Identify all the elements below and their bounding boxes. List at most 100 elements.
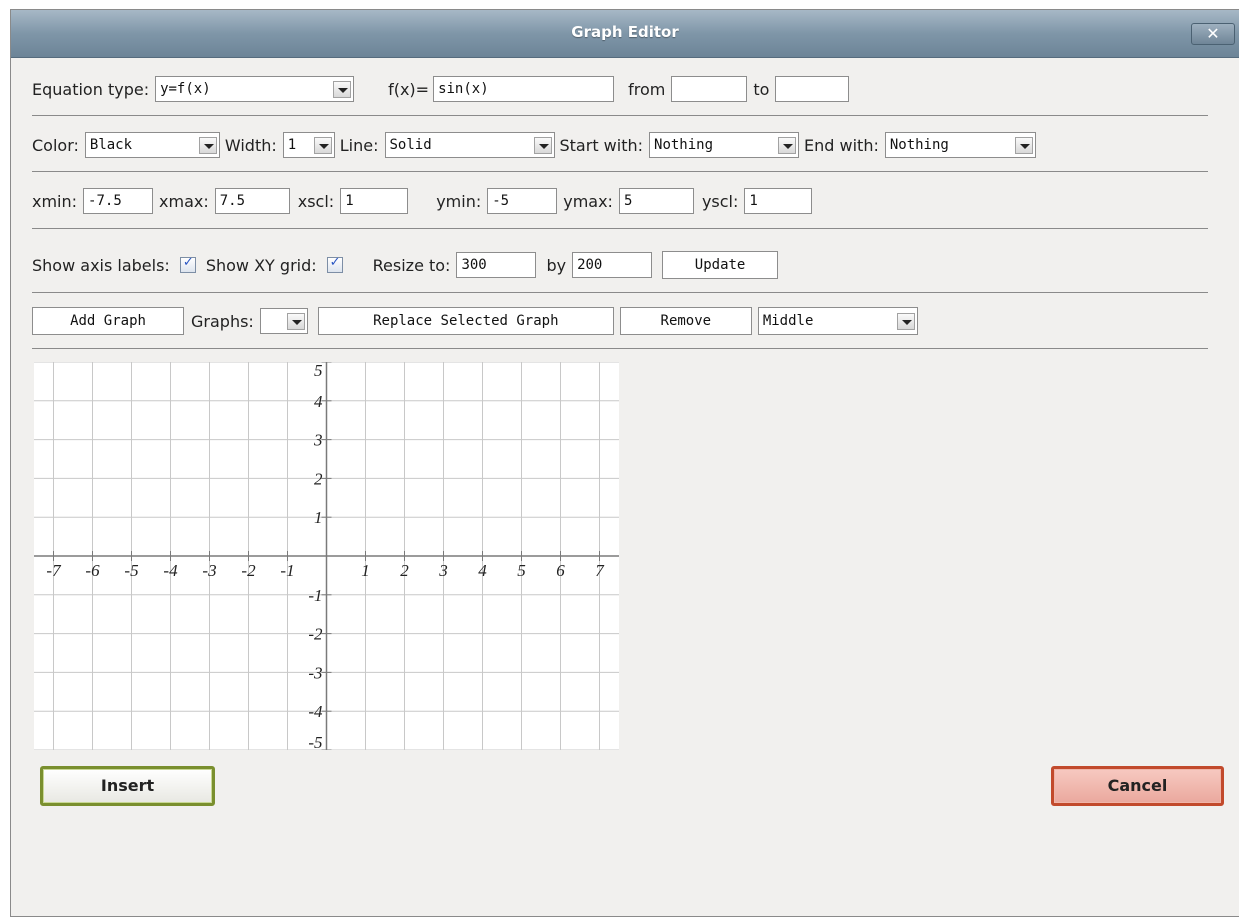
equation-type-label: Equation type:	[32, 79, 150, 99]
divider	[32, 348, 1208, 349]
width-label: Width:	[224, 135, 277, 155]
xmax-input[interactable]: 7.5	[214, 188, 290, 214]
by-label: by	[546, 255, 567, 275]
fx-label: f(x)=	[388, 79, 430, 99]
from-label: from	[628, 79, 666, 99]
replace-selected-graph-button[interactable]: Replace Selected Graph	[317, 307, 614, 335]
end-with-value: Nothing	[889, 137, 949, 153]
style-row: Color: Black Width: 1 Line: Solid Start …	[32, 130, 1036, 160]
chevron-down-icon	[286, 312, 305, 330]
xmin-input[interactable]: -7.5	[83, 188, 154, 214]
color-select[interactable]: Black	[84, 132, 220, 158]
x-tick-label: 2	[400, 561, 409, 580]
y-tick-label: 5	[314, 362, 323, 380]
chevron-down-icon	[313, 136, 332, 154]
xmin-label: xmin:	[32, 191, 78, 211]
cancel-button[interactable]: Cancel	[1051, 766, 1224, 806]
position-select[interactable]: Middle	[757, 307, 918, 335]
ymin-label: ymin:	[436, 191, 482, 211]
start-with-value: Nothing	[654, 137, 714, 153]
insert-button[interactable]: Insert	[40, 766, 215, 806]
show-xy-grid-checkbox[interactable]	[326, 255, 343, 273]
graph-canvas: -7 -6 -5 -4 -3 -2 -1 1 2 3 4 5 6 7 5 4 3 2 1 -1 -2 -3 -4 -5	[34, 362, 619, 750]
close-button[interactable]: ✕	[1191, 23, 1235, 45]
xscl-label: xscl:	[297, 191, 335, 211]
fx-input[interactable]: sin(x)	[433, 76, 615, 102]
chevron-down-icon	[778, 136, 797, 154]
color-value: Black	[89, 137, 133, 153]
y-tick-label: 1	[314, 508, 323, 527]
y-tick-label: -5	[308, 733, 322, 750]
to-label: to	[753, 79, 770, 99]
y-tick-label: -3	[308, 663, 322, 682]
position-value: Middle	[762, 313, 814, 329]
end-with-label: End with:	[804, 135, 879, 155]
divider	[32, 228, 1208, 229]
graphs-select[interactable]	[259, 308, 308, 334]
y-tick-label: 4	[314, 392, 323, 411]
resize-label: Resize to:	[372, 255, 451, 275]
y-tick-label: 3	[313, 431, 323, 450]
equation-type-value: y=f(x)	[160, 81, 211, 97]
x-tick-label: -7	[46, 561, 62, 580]
chevron-down-icon	[896, 312, 915, 330]
ymin-input[interactable]: -5	[487, 188, 558, 214]
x-tick-label: 4	[478, 561, 487, 580]
title-bar[interactable]: Graph Editor ✕	[11, 10, 1239, 58]
start-with-select[interactable]: Nothing	[649, 132, 800, 158]
width-value: 1	[287, 137, 297, 153]
x-tick-label: 5	[517, 561, 526, 580]
yscl-label: yscl:	[701, 191, 739, 211]
ymax-input[interactable]: 5	[618, 188, 694, 214]
x-tick-label: -6	[85, 561, 100, 580]
y-tick-label: -4	[308, 702, 323, 721]
y-tick-label: 2	[314, 469, 323, 488]
line-style-select[interactable]: Solid	[384, 132, 555, 158]
range-row: xmin: -7.5 xmax: 7.5 xscl: 1 ymin: -5 ym…	[32, 186, 813, 216]
divider	[32, 292, 1208, 293]
width-select[interactable]: 1	[282, 132, 335, 158]
x-tick-label: -1	[280, 561, 294, 580]
end-with-select[interactable]: Nothing	[884, 132, 1036, 158]
x-tick-label: 6	[556, 561, 565, 580]
yscl-input[interactable]: 1	[744, 188, 813, 214]
graphs-label: Graphs:	[191, 311, 254, 331]
xmax-label: xmax:	[159, 191, 209, 211]
x-tick-label: 1	[361, 561, 370, 580]
add-graph-button[interactable]: Add Graph	[32, 307, 184, 335]
chevron-down-icon	[533, 136, 552, 154]
chevron-down-icon	[198, 136, 217, 154]
graph-editor-dialog: Graph Editor ✕ Equation type: y=f(x) f(x…	[10, 9, 1239, 917]
show-axis-labels-label: Show axis labels:	[32, 255, 170, 275]
close-icon: ✕	[1206, 24, 1220, 43]
chevron-down-icon	[333, 80, 352, 98]
options-row: Show axis labels: Show XY grid: Resize t…	[32, 250, 779, 280]
color-label: Color:	[32, 135, 79, 155]
xscl-input[interactable]: 1	[340, 188, 409, 214]
divider	[32, 171, 1208, 172]
to-input[interactable]	[775, 76, 850, 102]
show-xy-grid-label: Show XY grid:	[205, 255, 317, 275]
resize-height-input[interactable]: 200	[572, 252, 653, 278]
remove-button[interactable]: Remove	[619, 307, 752, 335]
x-tick-label: 3	[438, 561, 448, 580]
y-tick-label: -2	[308, 625, 323, 644]
y-tick-label: -1	[308, 586, 322, 605]
from-input[interactable]	[671, 76, 748, 102]
show-axis-labels-checkbox[interactable]	[179, 255, 196, 273]
x-tick-label: -3	[202, 561, 216, 580]
update-button[interactable]: Update	[662, 251, 779, 279]
start-with-label: Start with:	[559, 135, 644, 155]
graph-list-row: Add Graph Graphs: Replace Selected Graph…	[32, 306, 918, 336]
chevron-down-icon	[1014, 136, 1033, 154]
line-style-value: Solid	[389, 137, 432, 153]
equation-type-select[interactable]: y=f(x)	[155, 76, 355, 102]
graph-preview: -7 -6 -5 -4 -3 -2 -1 1 2 3 4 5 6 7 5 4 3 2 1 -1 -2 -3 -4 -5	[34, 362, 619, 750]
divider	[32, 115, 1208, 116]
axes	[34, 362, 619, 750]
ymax-label: ymax:	[563, 191, 613, 211]
resize-width-input[interactable]: 300	[456, 252, 537, 278]
equation-row: Equation type: y=f(x) f(x)= sin(x) from …	[32, 74, 850, 104]
dialog-title: Graph Editor	[571, 23, 679, 41]
x-tick-label: -5	[124, 561, 138, 580]
